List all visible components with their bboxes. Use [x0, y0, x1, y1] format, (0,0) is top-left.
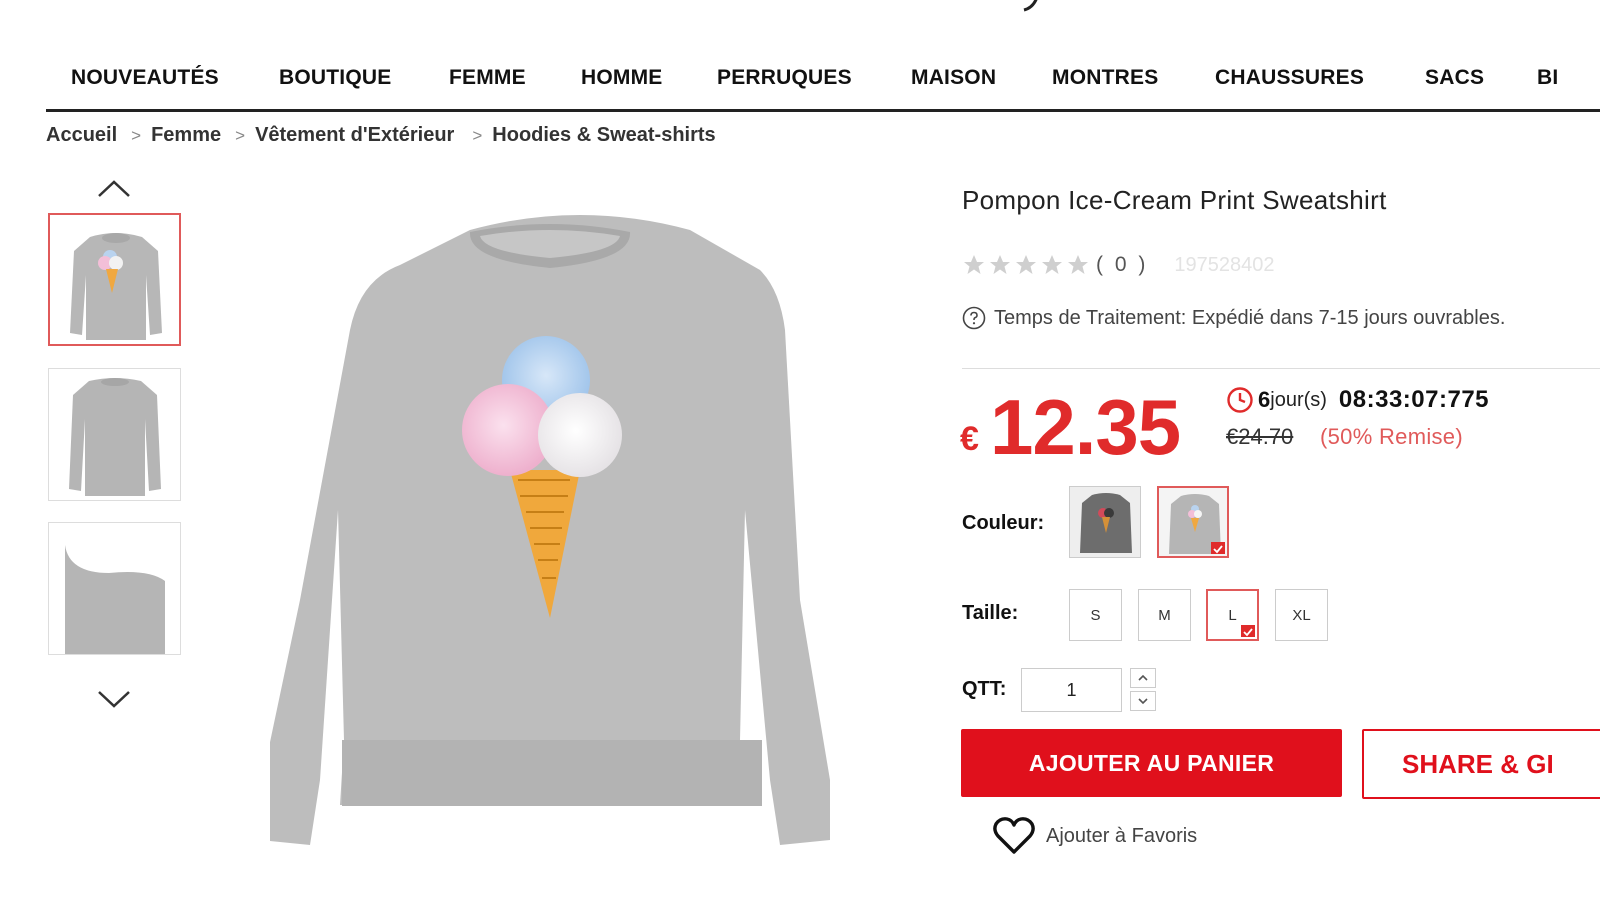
countdown-time: 08:33:07:775: [1338, 386, 1490, 413]
size-label: Taille:: [962, 602, 1019, 624]
nav-item-nouveautes[interactable]: NOUVEAUTÉS: [71, 66, 219, 90]
question-circle-icon[interactable]: [962, 306, 986, 330]
size-option-l[interactable]: L: [1206, 589, 1259, 641]
selected-check-icon: [1211, 542, 1225, 554]
processing-time: Temps de Traitement: Expédié dans 7-15 j…: [962, 306, 1505, 330]
qty-decrement-button[interactable]: [1130, 691, 1156, 711]
nav-item-boutique[interactable]: BOUTIQUE: [279, 66, 391, 90]
breadcrumb-hoodies[interactable]: Hoodies & Sweat-shirts: [492, 124, 715, 147]
discount-badge: (50% Remise): [1320, 424, 1463, 449]
countdown-timer: 6 jour(s) 08:33:07:775: [1226, 386, 1489, 414]
share-button[interactable]: SHARE & GI: [1362, 729, 1600, 799]
processing-label: Temps de Traitement:: [994, 306, 1187, 329]
chevron-down-icon[interactable]: [96, 688, 132, 710]
add-to-cart-button[interactable]: AJOUTER AU PANIER: [961, 729, 1342, 797]
selected-check-icon: [1241, 625, 1255, 637]
chevron-up-icon[interactable]: [96, 178, 132, 200]
nav-item-sacs[interactable]: SACS: [1425, 66, 1484, 90]
size-option-m[interactable]: M: [1138, 589, 1191, 641]
rating-stars: [962, 253, 1090, 277]
sweatshirt-detail-thumbnail-image: [49, 523, 180, 654]
breadcrumb-home[interactable]: Accueil: [46, 124, 117, 147]
divider: [962, 368, 1600, 369]
breadcrumb-femme[interactable]: Femme: [151, 124, 221, 147]
sweatshirt-back-thumbnail-image: [69, 378, 161, 496]
sale-price: 12.35: [990, 383, 1181, 471]
countdown-days-label: jour(s): [1270, 388, 1327, 411]
star-icon: [1068, 255, 1088, 274]
size-option-xl[interactable]: XL: [1275, 589, 1328, 641]
star-icon: [990, 255, 1010, 274]
nav-item-maison[interactable]: MAISON: [911, 66, 996, 90]
nav-item-chaussures[interactable]: CHAUSSURES: [1215, 66, 1364, 90]
breadcrumb-separator: >: [131, 126, 142, 145]
qty-label: QTT:: [962, 678, 1007, 700]
product-sku: 197528402: [1174, 253, 1275, 276]
thumbnail-front[interactable]: [48, 213, 181, 346]
breadcrumb-separator: >: [235, 126, 246, 145]
swatch-dark-image: [1070, 487, 1140, 557]
star-icon: [1042, 255, 1062, 274]
product-rating[interactable]: ( 0 ) 197528402: [962, 252, 1274, 278]
chevron-up-icon: [1138, 674, 1148, 681]
add-to-favorites[interactable]: Ajouter à Favoris: [992, 816, 1197, 856]
star-icon: [964, 255, 984, 274]
price-currency: €: [960, 420, 979, 458]
logo-fragment: [1023, 0, 1038, 12]
nav-item-homme[interactable]: HOMME: [581, 66, 663, 90]
rating-count[interactable]: ( 0 ): [1096, 253, 1148, 277]
processing-value: Expédié dans 7-15 jours ouvrables.: [1191, 306, 1506, 329]
breadcrumb-outerwear[interactable]: Vêtement d'Extérieur: [255, 124, 454, 147]
quantity-input[interactable]: [1021, 668, 1122, 712]
size-option-l-label: L: [1228, 606, 1237, 624]
breadcrumb-separator: >: [472, 126, 483, 145]
product-title: Pompon Ice-Cream Print Sweatshirt: [962, 185, 1387, 215]
thumbnail-detail[interactable]: [48, 522, 181, 655]
nav-item-bijoux[interactable]: BI: [1537, 66, 1558, 90]
add-to-favorites-label: Ajouter à Favoris: [1046, 824, 1198, 847]
main-nav: NOUVEAUTÉS BOUTIQUE FEMME HOMME PERRUQUE…: [46, 58, 1600, 112]
original-price: €24.70: [1226, 424, 1294, 449]
chevron-down-icon: [1138, 698, 1148, 705]
star-icon: [1016, 255, 1036, 274]
countdown-days: 6: [1258, 387, 1271, 412]
thumbnail-back[interactable]: [48, 368, 181, 501]
product-main-image: [270, 215, 830, 845]
nav-item-femme[interactable]: FEMME: [449, 66, 526, 90]
heart-icon: [993, 817, 1035, 854]
sweatshirt-front-thumbnail-image: [70, 233, 162, 340]
size-option-s[interactable]: S: [1069, 589, 1122, 641]
breadcrumb: Accueil > Femme > Vêtement d'Extérieur > Hoodi…: [46, 124, 716, 147]
qty-increment-button[interactable]: [1130, 668, 1156, 688]
color-swatch-light[interactable]: [1157, 486, 1229, 558]
clock-icon: [1227, 387, 1253, 413]
color-swatch-dark[interactable]: [1069, 486, 1141, 558]
nav-item-montres[interactable]: MONTRES: [1052, 66, 1158, 90]
color-label: Couleur:: [962, 512, 1045, 534]
nav-item-perruques[interactable]: PERRUQUES: [717, 66, 852, 90]
